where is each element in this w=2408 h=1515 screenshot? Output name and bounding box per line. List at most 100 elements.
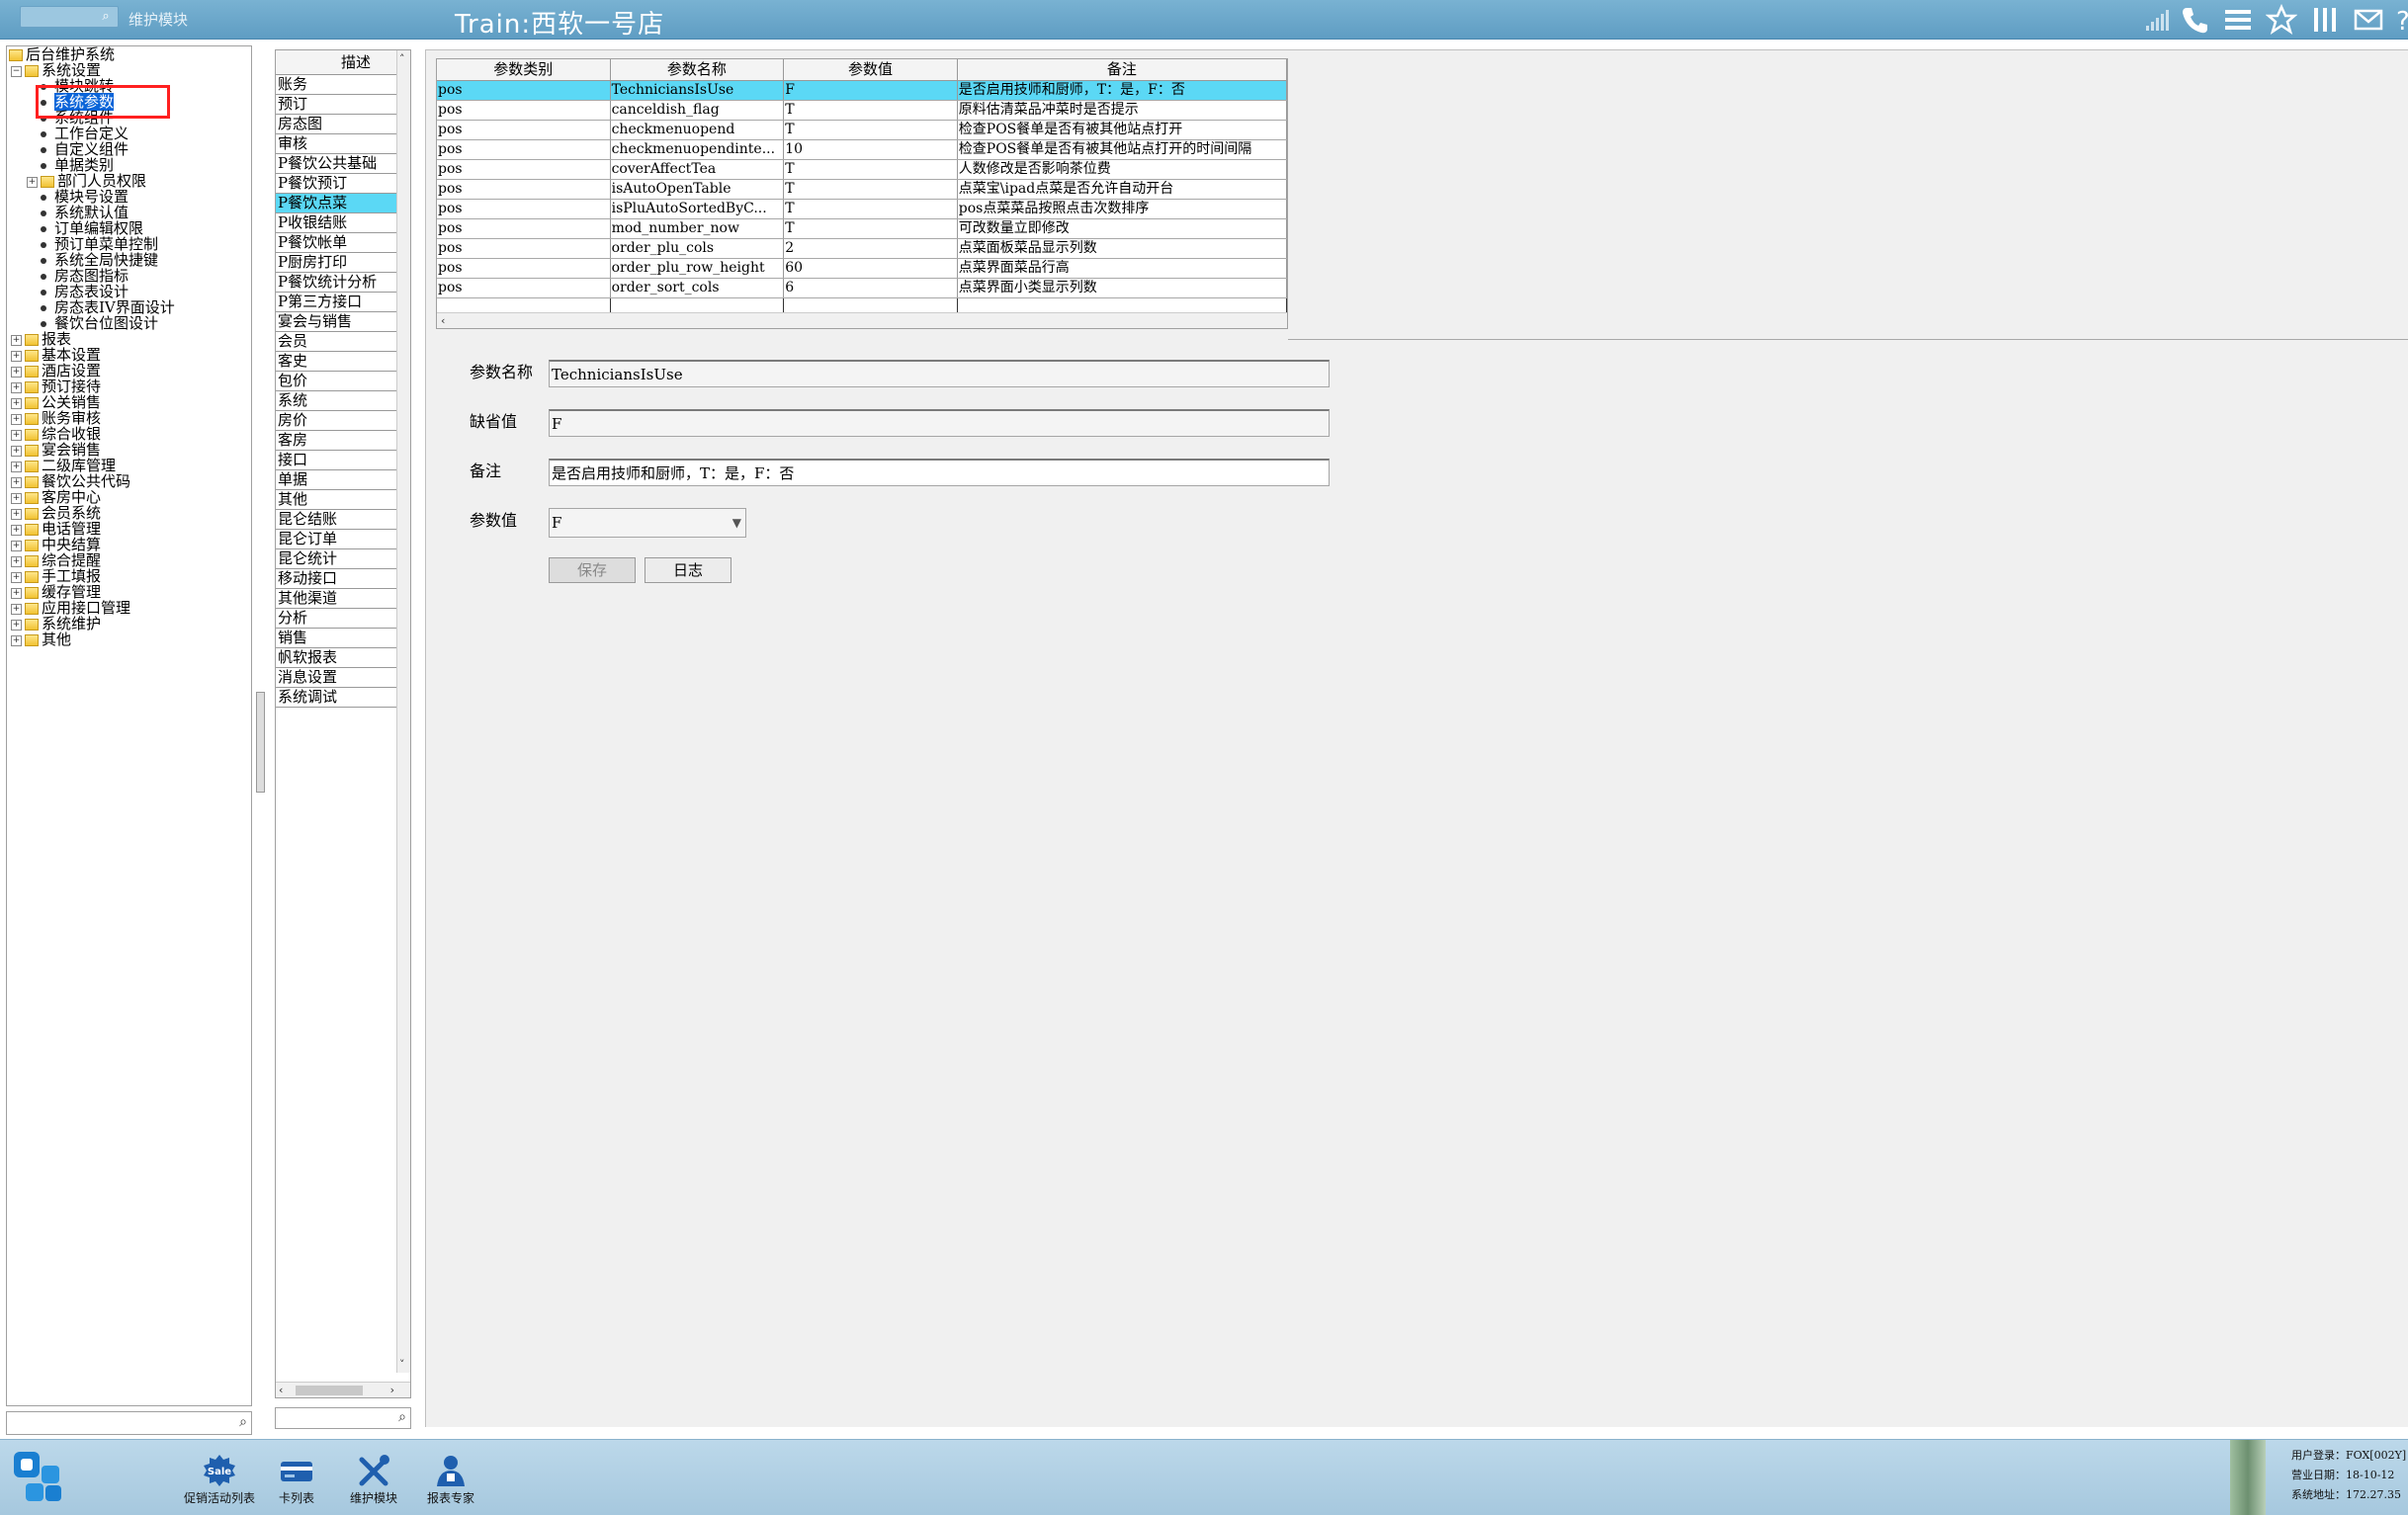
tree-node[interactable]: 自定义组件: [35, 141, 129, 157]
column-header-remark[interactable]: 备注: [958, 59, 1287, 80]
tree-node-system-settings[interactable]: − 系统设置: [11, 62, 101, 78]
expand-icon[interactable]: +: [11, 445, 22, 457]
tree-node[interactable]: + 中央结算: [11, 537, 101, 552]
list-item[interactable]: 昆仑统计: [276, 549, 396, 569]
expand-icon[interactable]: +: [11, 587, 22, 599]
tree-node[interactable]: + 其他: [11, 631, 71, 647]
table-cell[interactable]: isPluAutoSortedByC...: [611, 200, 785, 218]
table-row[interactable]: pos isPluAutoSortedByC... Tpos点菜菜品按照点击次数排序: [437, 200, 1287, 219]
list-item[interactable]: 其他: [276, 490, 396, 510]
tree-node[interactable]: 系统默认值: [35, 205, 129, 220]
table-cell[interactable]: T: [784, 101, 958, 120]
table-cell[interactable]: coverAffectTea: [611, 160, 785, 179]
list-item[interactable]: P餐饮点菜: [276, 194, 396, 213]
table-cell[interactable]: 点菜界面小类显示列数: [958, 279, 1287, 297]
parameter-category-list[interactable]: 描述 账务 预订 房态图 审核 P餐饮公共基础 P餐饮预订 P餐饮点菜 P收银结账 P餐饮帐单 P…: [275, 49, 411, 1398]
navigation-tree[interactable]: 后台维护系统 − 系统设置 模块跳转 系统参数 系统组件 工作台定义 自定义组件 单据类别 + 部门…: [6, 45, 252, 1406]
expand-icon[interactable]: +: [11, 508, 22, 520]
table-cell[interactable]: TechniciansIsUse: [611, 81, 785, 100]
list-item[interactable]: 分析: [276, 609, 396, 629]
taskbar-item-report-expert[interactable]: 报表专家: [401, 1454, 500, 1506]
list-item[interactable]: 房价: [276, 411, 396, 431]
table-row[interactable]: pos checkmenuopend T 检查POS餐单是否有被其他站点打开: [437, 121, 1287, 140]
param-name-field[interactable]: TechniciansIsUse: [549, 360, 1330, 387]
table-cell[interactable]: 点菜面板菜品显示列数: [958, 239, 1287, 258]
table-cell[interactable]: T: [784, 121, 958, 139]
list-item[interactable]: P收银结账: [276, 213, 396, 233]
tree-node[interactable]: + 预订接待: [11, 379, 101, 394]
scroll-down-arrow-icon[interactable]: ˅: [399, 1358, 405, 1371]
list-item[interactable]: 单据: [276, 470, 396, 490]
expand-icon[interactable]: +: [11, 571, 22, 583]
expand-icon[interactable]: +: [27, 176, 38, 188]
scroll-up-arrow-icon[interactable]: ˄: [399, 52, 405, 65]
chevron-down-icon[interactable]: ▼: [732, 509, 741, 537]
list-item[interactable]: 系统调试: [276, 688, 396, 708]
tree-node[interactable]: + 缓存管理: [11, 584, 101, 600]
tree-node[interactable]: 单据类别: [35, 157, 114, 173]
tree-node[interactable]: + 酒店设置: [11, 363, 101, 379]
tree-node[interactable]: + 账务审核: [11, 410, 101, 426]
list-item[interactable]: 审核: [276, 134, 396, 154]
tree-node[interactable]: 系统全局快捷键: [35, 252, 158, 268]
help-icon[interactable]: ?: [2392, 4, 2408, 36]
column-header-value[interactable]: 参数值: [784, 59, 958, 80]
table-row[interactable]: pos order_plu_cols 2 点菜面板菜品显示列数: [437, 239, 1287, 259]
column-header-name[interactable]: 参数名称: [611, 59, 785, 80]
table-cell[interactable]: F: [784, 81, 958, 100]
list-item[interactable]: 帆软报表: [276, 648, 396, 668]
search-icon[interactable]: ⌕: [97, 8, 115, 26]
table-cell[interactable]: pos: [437, 200, 611, 218]
table-cell[interactable]: checkmenuopendinte...: [611, 140, 785, 159]
scroll-thumb[interactable]: [296, 1386, 363, 1395]
tree-node[interactable]: 订单编辑权限: [35, 220, 143, 236]
mail-icon[interactable]: [2353, 4, 2384, 36]
scroll-right-arrow-icon[interactable]: ›: [390, 1384, 394, 1396]
tree-node[interactable]: + 会员系统: [11, 505, 101, 521]
table-cell[interactable]: T: [784, 180, 958, 199]
tree-root[interactable]: 后台维护系统: [9, 46, 115, 62]
default-value-field[interactable]: F: [549, 409, 1330, 437]
table-row[interactable]: pos isAutoOpenTable T 点菜宝\ipad点菜是否允许自动开台: [437, 180, 1287, 200]
list-item[interactable]: 客史: [276, 352, 396, 372]
table-cell[interactable]: 60: [784, 259, 958, 278]
start-menu-logo-icon[interactable]: [12, 1448, 67, 1507]
expand-icon[interactable]: +: [11, 492, 22, 504]
table-cell[interactable]: 原料估清菜品冲菜时是否提示: [958, 101, 1287, 120]
list-item[interactable]: 消息设置: [276, 668, 396, 688]
save-button[interactable]: 保存: [549, 557, 636, 583]
table-cell[interactable]: T: [784, 219, 958, 238]
tree-node[interactable]: + 手工填报: [11, 568, 101, 584]
menu-icon[interactable]: [2222, 4, 2254, 36]
tree-node[interactable]: + 报表: [11, 331, 71, 347]
expand-icon[interactable]: +: [11, 334, 22, 346]
scroll-left-arrow-icon[interactable]: ‹: [279, 1384, 283, 1396]
list-item[interactable]: 接口: [276, 451, 396, 470]
table-cell[interactable]: pos: [437, 279, 611, 297]
table-cell[interactable]: pos: [437, 219, 611, 238]
table-cell[interactable]: order_sort_cols: [611, 279, 785, 297]
columns-icon[interactable]: [2309, 4, 2341, 36]
expand-icon[interactable]: +: [11, 603, 22, 615]
table-cell[interactable]: 检查POS餐单是否有被其他站点打开的时间间隔: [958, 140, 1287, 159]
expand-icon[interactable]: +: [11, 540, 22, 551]
tree-node[interactable]: + 基本设置: [11, 347, 101, 363]
table-cell[interactable]: pos: [437, 239, 611, 258]
table-cell[interactable]: 可改数量立即修改: [958, 219, 1287, 238]
expand-icon[interactable]: +: [11, 524, 22, 536]
table-row[interactable]: pos coverAffectTea T 人数修改是否影响茶位费: [437, 160, 1287, 180]
table-cell[interactable]: 10: [784, 140, 958, 159]
table-cell[interactable]: order_plu_cols: [611, 239, 785, 258]
table-cell[interactable]: order_plu_row_height: [611, 259, 785, 278]
expand-icon[interactable]: +: [11, 555, 22, 567]
expand-icon[interactable]: +: [11, 461, 22, 472]
splitter-scroll-handle[interactable]: [256, 692, 265, 793]
list-item[interactable]: 昆仑结账: [276, 510, 396, 530]
table-cell[interactable]: mod_number_now: [611, 219, 785, 238]
tree-node[interactable]: + 部门人员权限: [27, 173, 146, 189]
search-icon[interactable]: ⌕: [398, 1409, 406, 1425]
table-cell[interactable]: 点菜界面菜品行高: [958, 259, 1287, 278]
list-item[interactable]: 会员: [276, 332, 396, 352]
table-cell[interactable]: 点菜宝\ipad点菜是否允许自动开台: [958, 180, 1287, 199]
tree-node[interactable]: + 客房中心: [11, 489, 101, 505]
